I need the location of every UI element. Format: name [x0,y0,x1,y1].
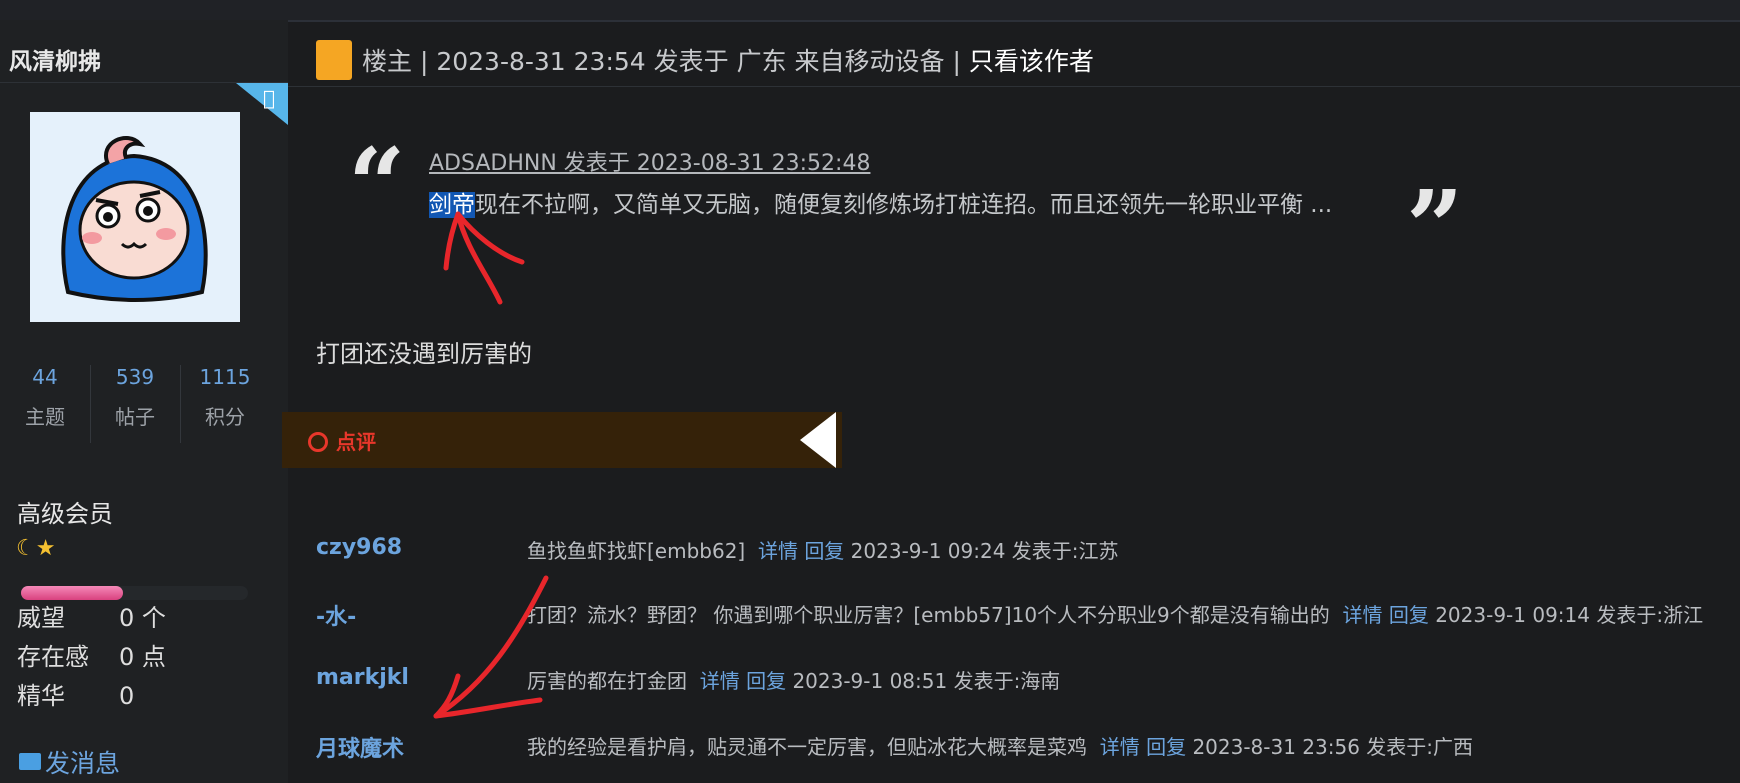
red-arrow-down-head [433,673,543,719]
annotation-arrows [433,211,549,719]
red-arrow-up-head [443,211,525,271]
red-arrow-up [455,211,503,305]
